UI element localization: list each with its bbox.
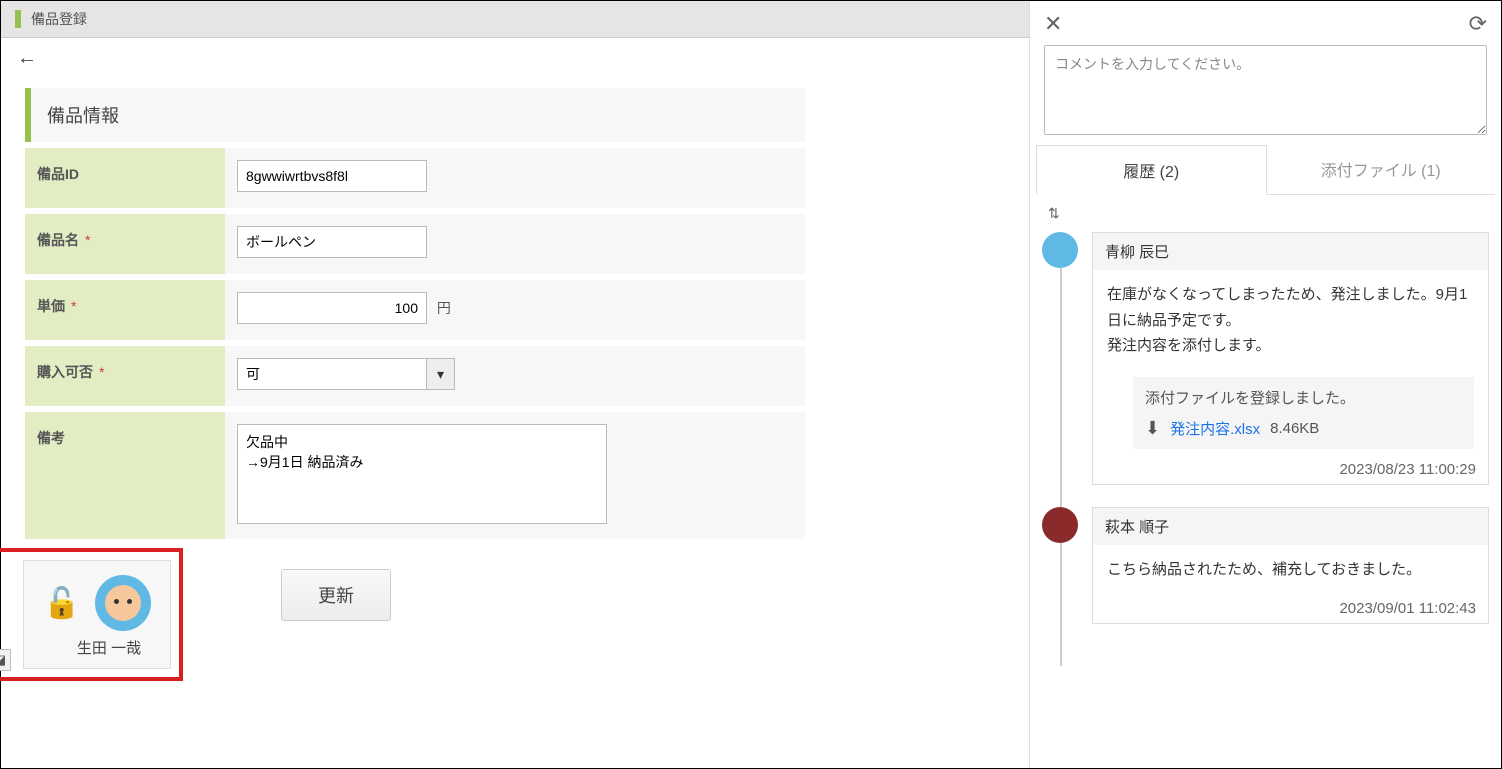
title-indicator	[15, 10, 21, 28]
side-tabs: 履歴 (2) 添付ファイル (1)	[1036, 145, 1495, 195]
combo-purchasable[interactable]: ▾	[237, 358, 793, 390]
chevron-down-icon: ▾	[437, 366, 444, 383]
lock-icon: 🔓	[43, 586, 80, 621]
close-icon[interactable]: ✕	[1044, 11, 1062, 37]
comment-author: 萩本 順子	[1093, 508, 1488, 545]
input-name[interactable]	[237, 226, 427, 258]
comment-body: 在庫がなくなってしまったため、発注しました。9月1日に納品予定です。 発注内容を…	[1093, 270, 1488, 371]
download-icon[interactable]: ⬇	[1145, 418, 1160, 439]
avatar	[1042, 232, 1078, 268]
update-button[interactable]: 更新	[281, 569, 391, 621]
lock-card: 🔓 生田 一哉	[23, 560, 171, 669]
input-id[interactable]	[237, 160, 427, 192]
side-panel: ✕ ⟳ コメントを入力してください。 履歴 (2) 添付ファイル (1) ⇅ 青…	[1029, 1, 1501, 768]
label-name: 備品名*	[25, 214, 225, 274]
comment-item: 青柳 辰巳 在庫がなくなってしまったため、発注しました。9月1日に納品予定です。…	[1042, 232, 1489, 485]
refresh-icon[interactable]: ⟳	[1469, 11, 1487, 37]
title-bar: 備品登録	[1, 1, 1029, 38]
back-arrow-icon[interactable]: ←	[17, 47, 37, 69]
lock-card-highlight: 🔓 生田 一哉 ◪	[0, 548, 183, 681]
section-header: 備品情報	[25, 88, 805, 142]
label-price: 単価*	[25, 280, 225, 340]
label-id: 備品ID	[25, 148, 225, 208]
avatar	[1042, 507, 1078, 543]
lock-user-name: 生田 一哉	[77, 637, 141, 658]
comment-time: 2023/08/23 11:00:29	[1093, 455, 1488, 484]
attachment-link[interactable]: 発注内容.xlsx	[1170, 418, 1260, 439]
comment-input[interactable]: コメントを入力してください。	[1044, 45, 1487, 135]
expand-corner-button[interactable]: ◪	[0, 649, 11, 671]
comment-item: 萩本 順子 こちら納品されたため、補充しておきました。 2023/09/01 1…	[1042, 507, 1489, 625]
combo-purchasable-input[interactable]	[237, 358, 427, 390]
label-note: 備考	[25, 412, 225, 539]
attach-message: 添付ファイルを登録しました。	[1145, 387, 1462, 408]
comment-time: 2023/09/01 11:02:43	[1093, 594, 1488, 623]
sort-icon[interactable]: ⇅	[1048, 205, 1060, 221]
comment-body: こちら納品されたため、補充しておきました。	[1093, 545, 1488, 595]
page-title: 備品登録	[31, 9, 87, 29]
tab-history[interactable]: 履歴 (2)	[1036, 145, 1267, 195]
unit-yen: 円	[437, 300, 451, 316]
section-title: 備品情報	[47, 102, 119, 128]
label-purchasable: 購入可否*	[25, 346, 225, 406]
attachment-size: 8.46KB	[1270, 420, 1319, 437]
history-list: 青柳 辰巳 在庫がなくなってしまったため、発注しました。9月1日に納品予定です。…	[1030, 232, 1501, 666]
textarea-note[interactable]	[237, 424, 607, 524]
lock-avatar	[95, 575, 151, 631]
combo-purchasable-dropdown-btn[interactable]: ▾	[427, 358, 455, 390]
tab-attachments[interactable]: 添付ファイル (1)	[1267, 145, 1496, 194]
attachment-box: 添付ファイルを登録しました。 ⬇ 発注内容.xlsx 8.46KB	[1133, 377, 1474, 449]
input-price[interactable]	[237, 292, 427, 324]
comment-author: 青柳 辰巳	[1093, 233, 1488, 270]
